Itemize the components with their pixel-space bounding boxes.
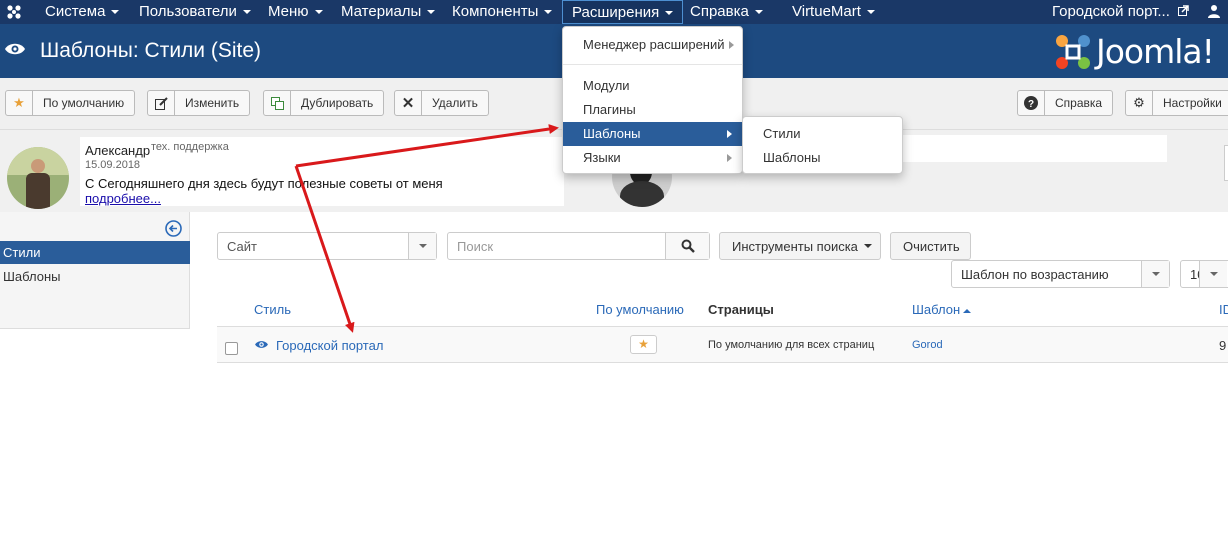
sort-ascending-icon: [963, 308, 972, 313]
message-card: Александр тех. поддержка 15.09.2018 С Се…: [80, 137, 564, 206]
nav-system[interactable]: Система: [45, 0, 120, 24]
page-title: Шаблоны: Стили (Site): [40, 39, 262, 62]
user-menu-icon[interactable]: [1208, 0, 1220, 24]
row-checkbox[interactable]: [225, 342, 238, 355]
pages-cell: По умолчанию для всех страниц: [708, 339, 875, 351]
delete-button[interactable]: ✕ Удалить: [394, 90, 489, 116]
joomla-brand-icon: [1056, 35, 1090, 69]
copy-icon: [264, 91, 291, 115]
chevron-down-icon: [408, 233, 436, 259]
column-header-id[interactable]: ID: [1219, 302, 1228, 317]
default-button[interactable]: ★ По умолчанию: [5, 90, 136, 116]
nav-content[interactable]: Материалы: [341, 0, 436, 24]
templates-submenu: Стили Шаблоны: [742, 116, 903, 174]
extensions-dropdown: Менеджер расширений Модули Плагины Шабло…: [562, 26, 743, 174]
read-more-link[interactable]: подробнее...: [85, 191, 161, 206]
chevron-down-icon: [1141, 261, 1169, 287]
search-tools-button[interactable]: Инструменты поиска: [719, 232, 881, 260]
submenu-item-styles[interactable]: Стили: [743, 122, 902, 146]
sidebar-item-styles[interactable]: Стили: [0, 241, 190, 264]
avatar: [7, 147, 69, 209]
message-date: 15.09.2018: [85, 159, 141, 171]
menu-item-templates[interactable]: Шаблоны: [563, 122, 742, 146]
column-header-style[interactable]: Стиль: [254, 302, 291, 317]
style-name-link[interactable]: Городской портал: [276, 338, 383, 353]
duplicate-button[interactable]: Дублировать: [263, 90, 385, 116]
nav-components[interactable]: Компоненты: [452, 0, 553, 24]
menu-item-languages[interactable]: Языки: [563, 146, 742, 170]
ordering-select[interactable]: Шаблон по возрастанию: [951, 260, 1170, 288]
close-icon: ✕: [395, 91, 422, 115]
nav-help[interactable]: Справка: [690, 0, 763, 24]
top-navbar: Система Пользователи Меню Материалы Комп…: [0, 0, 1228, 24]
submenu-item-templates[interactable]: Шаблоны: [743, 146, 902, 170]
menu-item-extension-manager[interactable]: Менеджер расширений: [563, 33, 742, 57]
joomla-logo: Joomla!: [1054, 32, 1228, 72]
message-text: С Сегодняшнего дня здесь будут полезные …: [85, 176, 443, 191]
column-header-pages: Страницы: [708, 302, 774, 317]
template-link[interactable]: Gorod: [912, 339, 943, 351]
sidebar: Стили Шаблоны: [0, 212, 190, 329]
client-select[interactable]: Сайт: [217, 232, 437, 260]
star-icon: ★: [6, 91, 33, 115]
menu-item-plugins[interactable]: Плагины: [563, 98, 742, 122]
eye-icon[interactable]: [255, 340, 268, 349]
question-icon: ?: [1018, 91, 1045, 115]
menu-divider: [563, 64, 742, 65]
svg-text:?: ?: [1028, 99, 1034, 110]
gear-icon: ⚙: [1126, 91, 1153, 115]
edit-icon: [148, 91, 175, 115]
edit-button[interactable]: Изменить: [147, 90, 251, 116]
site-link[interactable]: Городской порт...: [1052, 0, 1189, 24]
nav-menus[interactable]: Меню: [268, 0, 323, 24]
default-star-icon[interactable]: ★: [630, 335, 657, 354]
help-button[interactable]: ? Справка: [1017, 90, 1114, 116]
sidebar-item-templates[interactable]: Шаблоны: [0, 265, 190, 289]
joomla-logo-icon[interactable]: [6, 0, 22, 24]
column-header-template[interactable]: Шаблон: [912, 302, 972, 317]
nav-virtuemart[interactable]: VirtueMart: [792, 0, 875, 24]
nav-extensions[interactable]: Расширения: [562, 0, 684, 24]
external-link-icon: [1178, 5, 1189, 16]
message-card-2: [903, 135, 1167, 162]
message-author: Александр: [85, 143, 151, 158]
table-row: Городской портал ★ По умолчанию для всех…: [217, 327, 1228, 363]
settings-button[interactable]: ⚙ Настройки: [1125, 90, 1228, 116]
chevron-down-icon: [1199, 261, 1227, 287]
search-icon[interactable]: [665, 233, 709, 259]
message-role: тех. поддержка: [151, 141, 229, 153]
eye-icon: [5, 43, 25, 55]
nav-users[interactable]: Пользователи: [139, 0, 251, 24]
limit-select[interactable]: 100: [1180, 260, 1228, 288]
column-header-default[interactable]: По умолчанию: [596, 302, 684, 317]
menu-item-modules[interactable]: Модули: [563, 74, 742, 98]
clear-button[interactable]: Очистить: [890, 232, 971, 260]
collapse-sidebar-icon[interactable]: [165, 220, 182, 237]
id-cell: 9: [1219, 338, 1227, 353]
search-input[interactable]: Поиск: [447, 232, 710, 260]
panel-edge: [1224, 145, 1228, 181]
